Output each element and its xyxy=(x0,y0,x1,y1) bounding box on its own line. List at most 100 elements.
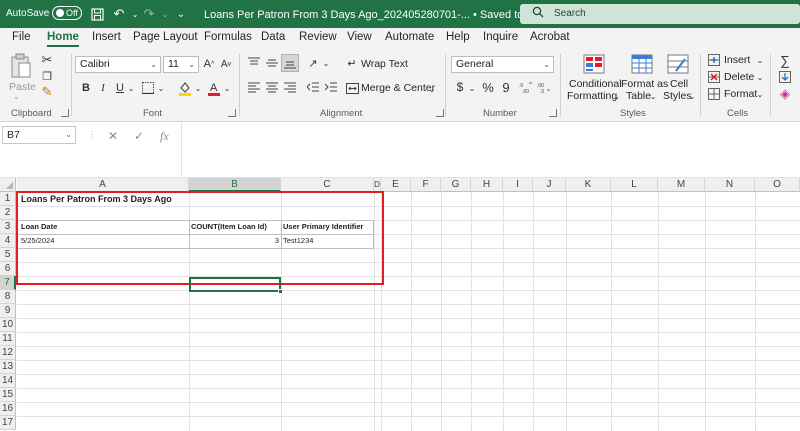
tab-review[interactable]: Review xyxy=(299,31,337,43)
format-as-table-label-1[interactable]: Format as xyxy=(621,78,668,90)
row-header-14[interactable]: 14 xyxy=(0,374,16,388)
insert-cells-icon[interactable] xyxy=(707,53,721,67)
document-title[interactable]: Loans Per Patron From 3 Days Ago_2024052… xyxy=(204,8,574,21)
decrease-indent-icon[interactable] xyxy=(305,79,321,95)
font-name-select[interactable]: Calibri ⌄ xyxy=(75,56,161,73)
conditional-dropdown-icon[interactable]: ⌄ xyxy=(613,90,621,102)
percent-button[interactable]: % xyxy=(481,79,495,95)
increase-indent-icon[interactable] xyxy=(323,79,339,95)
row-header-10[interactable]: 10 xyxy=(0,318,16,332)
delete-cells-icon[interactable] xyxy=(707,70,721,84)
align-center-icon[interactable] xyxy=(264,79,280,95)
wrap-text-button[interactable]: Wrap Text xyxy=(361,58,408,70)
format-as-table-icon[interactable] xyxy=(630,53,654,75)
col-header-l[interactable]: L xyxy=(611,178,658,192)
select-all-button[interactable] xyxy=(0,178,16,192)
merge-center-icon[interactable] xyxy=(345,81,359,95)
orientation-dropdown-icon[interactable]: ⌄ xyxy=(322,57,330,69)
customize-toolbar-icon[interactable]: ⌄ xyxy=(172,5,190,23)
row-header-17[interactable]: 17 xyxy=(0,416,16,430)
conditional-formatting-icon[interactable] xyxy=(582,53,606,75)
insert-button[interactable]: Insert xyxy=(724,54,750,66)
currency-dropdown-icon[interactable]: ⌄ xyxy=(468,82,476,94)
row-header-1[interactable]: 1 xyxy=(0,192,16,206)
conditional-formatting-label-1[interactable]: Conditional xyxy=(569,78,622,90)
delete-button[interactable]: Delete xyxy=(724,71,754,83)
decrease-font-icon[interactable]: Av xyxy=(219,56,233,72)
bold-button[interactable]: B xyxy=(79,80,93,96)
font-launcher-icon[interactable] xyxy=(228,109,236,117)
orientation-icon[interactable]: ↗ xyxy=(305,55,321,71)
autosave-toggle[interactable]: Off xyxy=(52,6,82,20)
cell-styles-label-1[interactable]: Cell xyxy=(670,78,688,90)
worksheet-grid[interactable]: A B C D E F G H I J K L M N O 1 2 3 4 5 … xyxy=(0,178,800,431)
name-box[interactable]: B7 ⌄ xyxy=(2,126,76,144)
format-painter-icon[interactable]: ✎ xyxy=(40,84,54,99)
row-header-5[interactable]: 5 xyxy=(0,248,16,262)
cell-styles-dropdown-icon[interactable]: ⌄ xyxy=(688,90,696,102)
col-header-i[interactable]: I xyxy=(503,178,533,192)
font-color-icon[interactable]: A xyxy=(206,79,222,97)
confirm-icon[interactable]: ✓ xyxy=(134,129,144,143)
col-header-e[interactable]: E xyxy=(381,178,411,192)
col-header-n[interactable]: N xyxy=(705,178,755,192)
fill-color-dropdown-icon[interactable]: ⌄ xyxy=(194,82,202,94)
delete-dropdown-icon[interactable]: ⌄ xyxy=(756,71,764,83)
format-button[interactable]: Format xyxy=(724,88,757,100)
row-header-12[interactable]: 12 xyxy=(0,346,16,360)
save-icon[interactable] xyxy=(88,5,106,23)
col-header-j[interactable]: J xyxy=(533,178,566,192)
tab-page-layout[interactable]: Page Layout xyxy=(133,31,198,43)
row-header-8[interactable]: 8 xyxy=(0,290,16,304)
tab-help[interactable]: Help xyxy=(446,31,470,43)
format-cells-icon[interactable] xyxy=(707,87,721,101)
cell-styles-icon[interactable] xyxy=(666,53,690,75)
align-bottom-icon[interactable] xyxy=(281,54,299,72)
font-size-select[interactable]: 11 ⌄ xyxy=(163,56,199,73)
col-header-c[interactable]: C xyxy=(281,178,374,192)
merge-center-button[interactable]: Merge & Center xyxy=(361,82,435,94)
number-launcher-icon[interactable] xyxy=(549,109,557,117)
row-header-4[interactable]: 4 xyxy=(0,234,16,248)
underline-button[interactable]: U xyxy=(113,80,127,96)
row-header-6[interactable]: 6 xyxy=(0,262,16,276)
row-header-3[interactable]: 3 xyxy=(0,220,16,234)
clipboard-launcher-icon[interactable] xyxy=(61,109,69,117)
format-table-dropdown-icon[interactable]: ⌄ xyxy=(649,90,657,102)
borders-dropdown-icon[interactable]: ⌄ xyxy=(157,82,165,94)
align-left-icon[interactable] xyxy=(246,79,262,95)
alignment-launcher-icon[interactable] xyxy=(436,109,444,117)
row-header-7[interactable]: 7 xyxy=(0,276,16,290)
col-header-m[interactable]: M xyxy=(658,178,705,192)
col-header-a[interactable]: A xyxy=(17,178,189,192)
row-header-16[interactable]: 16 xyxy=(0,402,16,416)
tab-inquire[interactable]: Inquire xyxy=(483,31,518,43)
format-as-table-label-2[interactable]: Table xyxy=(626,90,651,102)
copy-icon[interactable]: ❐ xyxy=(40,69,54,83)
col-header-f[interactable]: F xyxy=(411,178,441,192)
increase-font-icon[interactable]: A ^ xyxy=(202,56,216,72)
align-middle-icon[interactable] xyxy=(264,55,280,71)
cancel-icon[interactable]: ✕ xyxy=(108,129,118,143)
underline-dropdown-icon[interactable]: ⌄ xyxy=(127,82,135,94)
merge-dropdown-icon[interactable]: ⌄ xyxy=(428,83,436,95)
row-header-13[interactable]: 13 xyxy=(0,360,16,374)
col-header-k[interactable]: K xyxy=(566,178,611,192)
decrease-decimal-icon[interactable]: .00.0 xyxy=(536,79,552,95)
tab-home[interactable]: Home xyxy=(47,31,79,47)
tab-insert[interactable]: Insert xyxy=(92,31,121,43)
paste-icon[interactable] xyxy=(8,52,34,80)
paste-dropdown-icon[interactable]: ⌄ xyxy=(13,92,20,101)
row-header-15[interactable]: 15 xyxy=(0,388,16,402)
tab-automate[interactable]: Automate xyxy=(385,31,434,43)
fill-color-icon[interactable] xyxy=(177,79,193,97)
col-header-h[interactable]: H xyxy=(471,178,503,192)
increase-decimal-icon[interactable]: .0.00 xyxy=(518,79,534,95)
borders-icon[interactable] xyxy=(140,80,156,96)
col-header-o[interactable]: O xyxy=(755,178,800,192)
conditional-formatting-label-2[interactable]: Formatting xyxy=(567,90,617,102)
row-header-9[interactable]: 9 xyxy=(0,304,16,318)
align-right-icon[interactable] xyxy=(282,79,298,95)
format-dropdown-icon[interactable]: ⌄ xyxy=(756,88,764,100)
autosum-icon[interactable]: ∑ xyxy=(778,53,792,68)
